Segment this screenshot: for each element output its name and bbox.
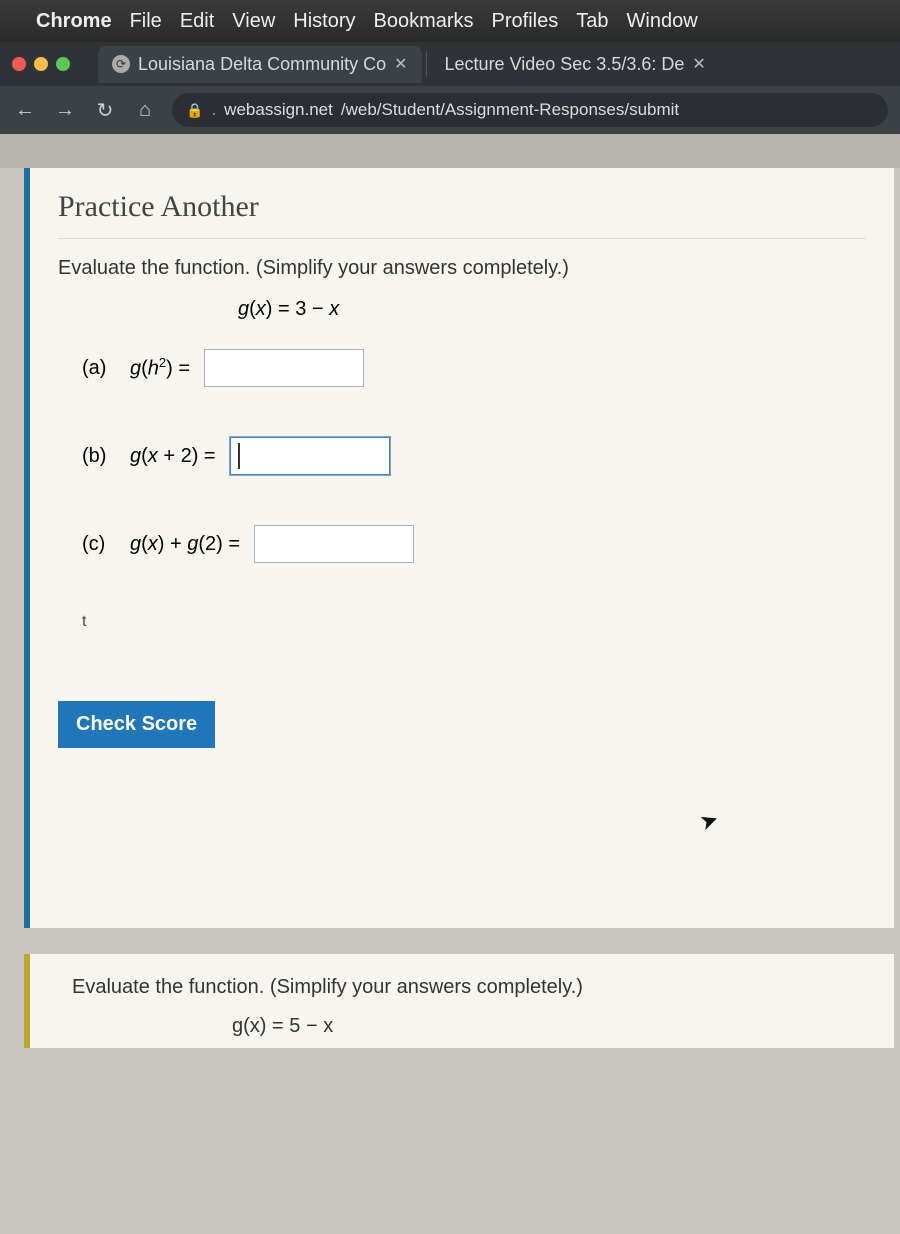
next-question-card: Evaluate the function. (Simplify your an…	[24, 954, 894, 1048]
chrome-toolbar: ← → ↻ ⌂ 🔒 . webassign.net /web/Student/A…	[0, 86, 900, 134]
menu-view[interactable]: View	[232, 10, 275, 33]
question-card: Practice Another Evaluate the function. …	[24, 168, 894, 928]
forward-icon[interactable]: →	[52, 99, 78, 122]
practice-another-title: Practice Another	[58, 168, 866, 239]
minimize-window-icon[interactable]	[34, 57, 48, 71]
browser-tab-active[interactable]: ⟳ Louisiana Delta Community Co ✕	[98, 46, 422, 83]
menu-file[interactable]: File	[130, 10, 162, 33]
back-icon[interactable]: ←	[12, 99, 38, 122]
tab-separator	[426, 52, 427, 76]
part-b-input[interactable]	[230, 437, 390, 475]
menu-history[interactable]: History	[293, 10, 355, 33]
part-c-input[interactable]	[254, 525, 414, 563]
part-b-row: (b) g(x + 2) =	[82, 437, 866, 475]
part-c-row: (c) g(x) + g(2) =	[82, 525, 866, 563]
menu-edit[interactable]: Edit	[180, 10, 214, 33]
part-b-label: (b)	[82, 445, 122, 468]
close-tab-icon[interactable]: ✕	[692, 54, 705, 74]
check-score-button[interactable]: Check Score	[58, 701, 215, 748]
part-b-expression: g(x + 2) =	[130, 445, 216, 468]
favicon-icon: ⟳	[112, 55, 130, 73]
chrome-tabstrip: ⟳ Louisiana Delta Community Co ✕ Lecture…	[0, 42, 900, 86]
menu-window[interactable]: Window	[627, 10, 698, 33]
text-cursor-icon	[238, 443, 240, 469]
url-path: /web/Student/Assignment-Responses/submit	[341, 100, 679, 120]
browser-tab[interactable]: Lecture Video Sec 3.5/3.6: De ✕	[431, 46, 720, 83]
tab-title: Louisiana Delta Community Co	[138, 54, 386, 75]
close-window-icon[interactable]	[12, 57, 26, 71]
page-content: Practice Another Evaluate the function. …	[0, 168, 900, 1234]
maximize-window-icon[interactable]	[56, 57, 70, 71]
menu-tab[interactable]: Tab	[576, 10, 608, 33]
part-a-label: (a)	[82, 357, 122, 380]
stray-text: t	[82, 613, 866, 631]
menu-app[interactable]: Chrome	[36, 10, 112, 33]
part-c-expression: g(x) + g(2) =	[130, 533, 240, 556]
url-prefix: .	[211, 100, 216, 120]
menu-bookmarks[interactable]: Bookmarks	[374, 10, 474, 33]
window-controls	[12, 57, 70, 71]
reload-icon[interactable]: ↻	[92, 98, 118, 123]
part-a-row: (a) g(h2) =	[82, 349, 866, 387]
part-c-label: (c)	[82, 533, 122, 556]
lock-icon: 🔒	[186, 102, 203, 119]
close-tab-icon[interactable]: ✕	[394, 54, 407, 74]
function-definition: g(x) = 3 − x	[238, 298, 866, 321]
question-instruction: Evaluate the function. (Simplify your an…	[58, 257, 866, 280]
next-question-instruction: Evaluate the function. (Simplify your an…	[72, 976, 866, 999]
macos-menubar: Chrome File Edit View History Bookmarks …	[0, 0, 900, 42]
part-a-input[interactable]	[204, 349, 364, 387]
menu-profiles[interactable]: Profiles	[492, 10, 559, 33]
home-icon[interactable]: ⌂	[132, 99, 158, 122]
address-bar[interactable]: 🔒 . webassign.net /web/Student/Assignmen…	[172, 93, 888, 127]
part-a-expression: g(h2) =	[130, 355, 190, 381]
url-host: webassign.net	[224, 100, 333, 120]
next-function-definition: g(x) = 5 − x	[232, 1015, 866, 1038]
tab-title: Lecture Video Sec 3.5/3.6: De	[445, 54, 685, 75]
